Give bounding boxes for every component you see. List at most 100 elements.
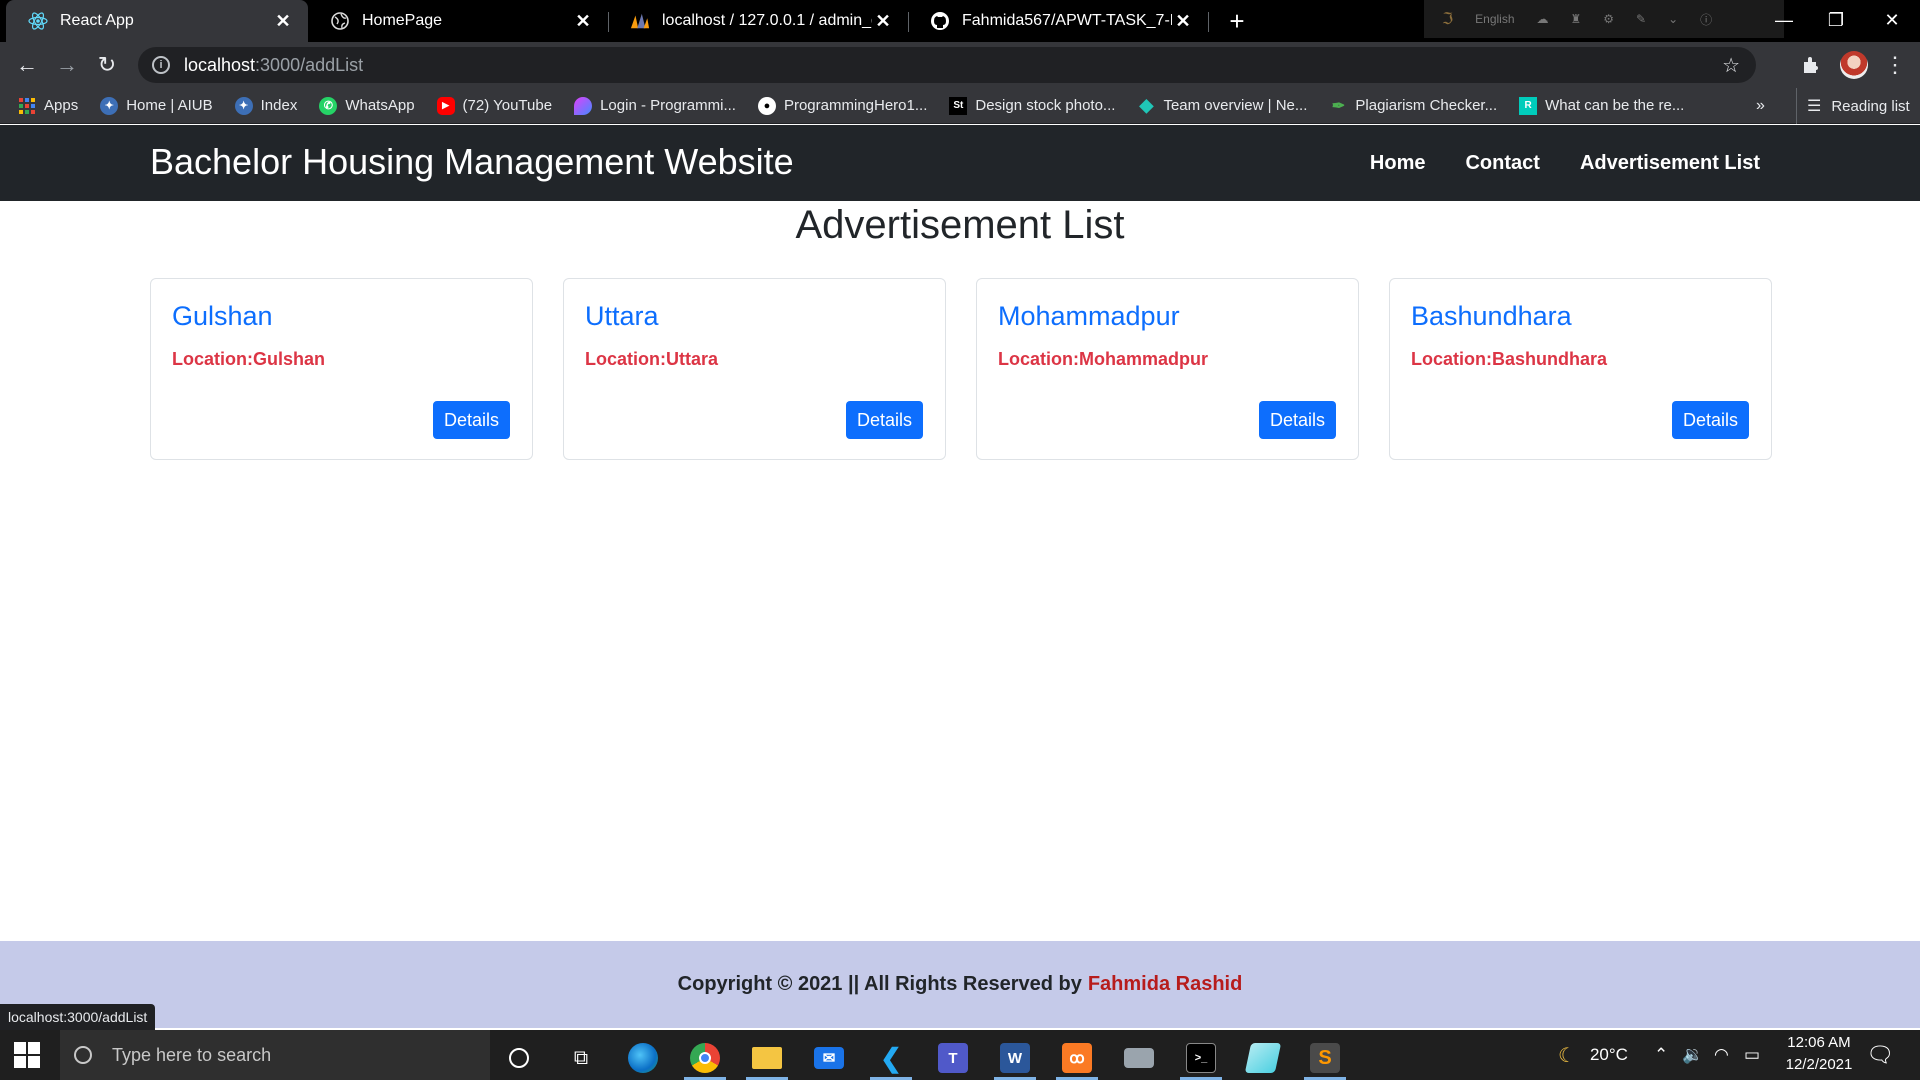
tab-react-app[interactable]: React App ✕ bbox=[6, 0, 308, 42]
cloud-icon: ☁ bbox=[1536, 12, 1549, 26]
close-tab-icon[interactable]: ✕ bbox=[572, 10, 594, 32]
site-info-icon[interactable]: i bbox=[152, 56, 170, 74]
terminal-icon[interactable]: >_ bbox=[1176, 1036, 1226, 1080]
bookmark-researchgate[interactable]: R What can be the re... bbox=[1519, 96, 1685, 115]
site-brand[interactable]: Bachelor Housing Management Website bbox=[150, 141, 794, 183]
kebab-menu-icon[interactable]: ⋮ bbox=[1880, 50, 1910, 80]
close-window-icon[interactable]: ✕ bbox=[1864, 0, 1920, 40]
task-view-icon[interactable]: ⧉ bbox=[556, 1036, 606, 1080]
nav-link-contact[interactable]: Contact bbox=[1465, 152, 1539, 175]
moon-icon: ☾ bbox=[1558, 1044, 1576, 1067]
web-page: Bachelor Housing Management Website Home… bbox=[0, 125, 1920, 1028]
bookmark-label: Index bbox=[260, 97, 298, 114]
close-tab-icon[interactable]: ✕ bbox=[872, 10, 894, 32]
extensions-puzzle-icon[interactable] bbox=[1797, 50, 1827, 80]
bookmark-youtube[interactable]: ▶ (72) YouTube bbox=[436, 96, 553, 115]
taskbar-clock[interactable]: 12:06 AM 12/2/2021 bbox=[1764, 1032, 1874, 1076]
browser-tab-strip: React App ✕ HomePage ✕ localhost / 127.0… bbox=[0, 0, 1920, 42]
teams-icon[interactable]: T bbox=[928, 1036, 978, 1080]
address-bar[interactable]: i localhost:3000/addList ☆ bbox=[138, 47, 1756, 83]
restore-icon[interactable]: ❐ bbox=[1808, 0, 1864, 40]
link-status-bubble: localhost:3000/addList bbox=[0, 1004, 156, 1030]
back-arrow-icon[interactable]: ← bbox=[12, 50, 42, 80]
reading-list-button[interactable]: ☰ Reading list bbox=[1796, 88, 1910, 124]
github-icon: ● bbox=[757, 96, 776, 115]
profile-avatar[interactable] bbox=[1840, 51, 1868, 79]
bookmark-label: What can be the re... bbox=[1545, 97, 1685, 114]
close-tab-icon[interactable]: ✕ bbox=[272, 10, 294, 32]
bookmark-shutterstock[interactable]: St Design stock photo... bbox=[949, 96, 1116, 115]
tab-title: HomePage bbox=[362, 12, 443, 29]
bookmark-netlify[interactable]: ◆ Team overview | Ne... bbox=[1137, 95, 1308, 115]
nav-link-advertisement-list[interactable]: Advertisement List bbox=[1580, 152, 1760, 175]
weather-widget[interactable]: ☾ 20°C bbox=[1558, 1030, 1628, 1080]
react-icon bbox=[28, 11, 48, 31]
search-placeholder: Type here to search bbox=[112, 1044, 272, 1065]
card-title: Uttara bbox=[585, 301, 659, 331]
url-host: localhost bbox=[184, 54, 256, 75]
reload-icon[interactable]: ↻ bbox=[92, 50, 122, 80]
card-title: Mohammadpur bbox=[998, 301, 1180, 331]
details-button[interactable]: Details bbox=[1258, 401, 1336, 439]
tab-github-repo[interactable]: Fahmida567/APWT-TASK_7-React ✕ bbox=[908, 0, 1208, 42]
new-tab-plus-icon[interactable]: + bbox=[1222, 6, 1252, 36]
youtube-icon: ▶ bbox=[436, 96, 455, 115]
card-location: Location:Mohammadpur bbox=[998, 349, 1208, 369]
taskbar-search-box[interactable]: Type here to search bbox=[60, 1030, 490, 1080]
bookmarks-overflow-chevron[interactable]: » bbox=[1756, 88, 1765, 124]
language-bar: ℑ English ☁ ♜ ⚙ ✎ ⌄ ⓘ bbox=[1424, 0, 1784, 38]
nav-link-home[interactable]: Home bbox=[1370, 152, 1426, 175]
bookmark-home-aiub[interactable]: ✦ Home | AIUB bbox=[100, 96, 213, 115]
bookmark-plagiarism[interactable]: ✒ Plagiarism Checker... bbox=[1329, 97, 1497, 115]
bookmarks-bar: Apps ✦ Home | AIUB ✦ Index ✆ WhatsApp ▶ … bbox=[0, 88, 1920, 124]
language-label[interactable]: English bbox=[1475, 12, 1514, 26]
bookmark-whatsapp[interactable]: ✆ WhatsApp bbox=[319, 96, 415, 115]
bookmark-apps[interactable]: Apps bbox=[18, 97, 78, 115]
file-explorer-icon[interactable] bbox=[742, 1036, 792, 1080]
battery-icon[interactable]: ▭ bbox=[1744, 1030, 1760, 1080]
notes-app-icon[interactable] bbox=[1238, 1036, 1288, 1080]
forward-arrow-icon[interactable]: → bbox=[52, 50, 82, 80]
wifi-icon[interactable]: ◠ bbox=[1714, 1030, 1729, 1080]
sublime-text-icon[interactable]: S bbox=[1300, 1036, 1350, 1080]
details-button[interactable]: Details bbox=[1671, 401, 1749, 439]
bookmark-label: Design stock photo... bbox=[975, 97, 1116, 114]
minimize-icon[interactable]: — bbox=[1756, 0, 1812, 40]
vscode-icon[interactable]: ❮ bbox=[866, 1036, 916, 1080]
bookmark-label: ProgrammingHero1... bbox=[783, 97, 928, 114]
reading-list-icon: ☰ bbox=[1807, 98, 1822, 115]
card-title: Gulshan bbox=[172, 301, 273, 331]
tab-phpmyadmin[interactable]: localhost / 127.0.0.1 / admin_db / ✕ bbox=[608, 0, 908, 42]
bookmark-programming-login[interactable]: Login - Programmi... bbox=[574, 96, 736, 115]
bookmark-index[interactable]: ✦ Index bbox=[234, 96, 298, 115]
windows-taskbar: Type here to search ⧉ ✉ ❮ T W ꝏ >_ S ☾ 2… bbox=[0, 1030, 1920, 1080]
close-tab-icon[interactable]: ✕ bbox=[1172, 10, 1194, 32]
volume-icon[interactable]: 🔉 bbox=[1682, 1030, 1703, 1080]
notification-center-icon[interactable]: 🗨 bbox=[1866, 1030, 1894, 1080]
phpmyadmin-icon bbox=[630, 11, 650, 31]
windows-start-icon[interactable] bbox=[14, 1042, 40, 1068]
bookmark-programminghero-github[interactable]: ● ProgrammingHero1... bbox=[757, 96, 928, 115]
tab-homepage[interactable]: HomePage ✕ bbox=[308, 0, 608, 42]
details-button[interactable]: Details bbox=[432, 401, 510, 439]
details-button[interactable]: Details bbox=[845, 401, 923, 439]
chrome-icon[interactable] bbox=[680, 1036, 730, 1080]
bookmark-label: (72) YouTube bbox=[462, 97, 553, 114]
word-icon[interactable]: W bbox=[990, 1036, 1040, 1080]
browser-toolbar: ← → ↻ i localhost:3000/addList ☆ ⋮ bbox=[0, 42, 1920, 88]
mail-icon[interactable]: ✉ bbox=[804, 1036, 854, 1080]
scanner-icon[interactable] bbox=[1114, 1036, 1164, 1080]
cortana-icon[interactable] bbox=[494, 1036, 544, 1080]
bookmark-label: Apps bbox=[44, 97, 79, 114]
temperature: 20°C bbox=[1589, 1045, 1628, 1064]
search-icon bbox=[74, 1046, 92, 1064]
tab-title: Fahmida567/APWT-TASK_7-React bbox=[962, 12, 1172, 29]
xampp-icon[interactable]: ꝏ bbox=[1052, 1036, 1102, 1080]
advertisement-cards: Gulshan Location:Gulshan Details Uttara … bbox=[150, 278, 1772, 460]
show-hidden-icons-chevron[interactable]: ⌃ bbox=[1654, 1030, 1668, 1080]
aiub-icon: ✦ bbox=[100, 96, 119, 115]
bookmark-star-icon[interactable]: ☆ bbox=[1722, 53, 1740, 78]
card-title: Bashundhara bbox=[1411, 301, 1572, 331]
reading-list-label: Reading list bbox=[1831, 97, 1910, 115]
edge-icon[interactable] bbox=[618, 1036, 668, 1080]
